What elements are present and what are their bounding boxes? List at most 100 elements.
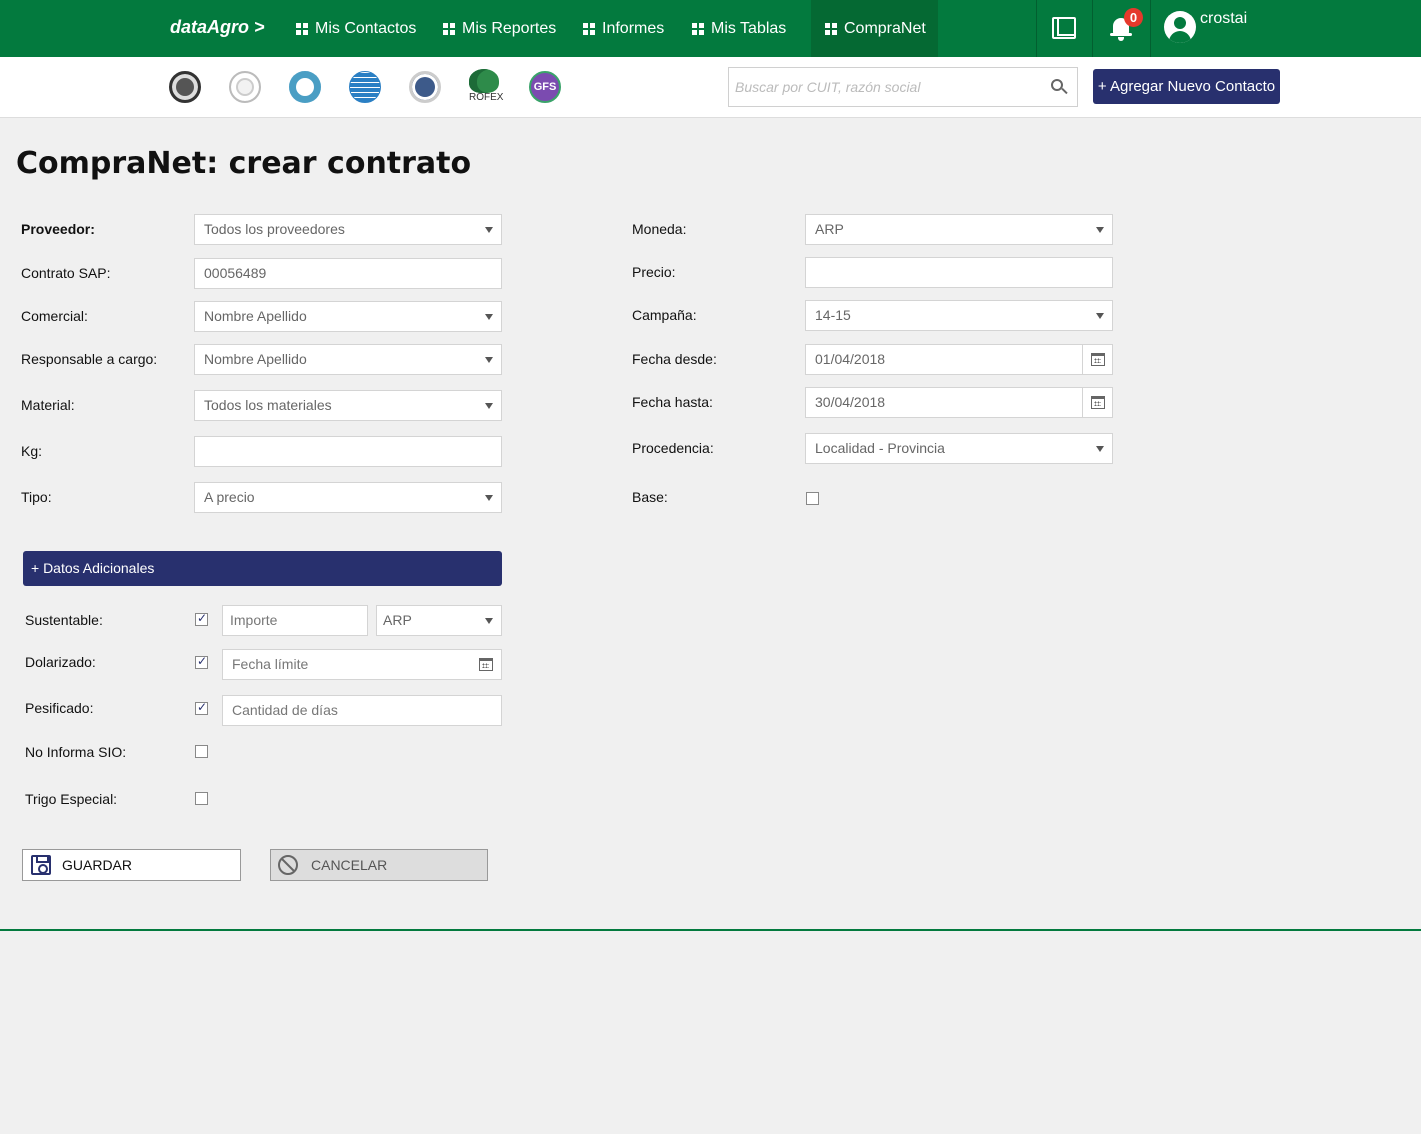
fecha-limite-placeholder: Fecha límite xyxy=(232,656,309,672)
calendar-icon xyxy=(1091,396,1105,409)
nav-mis-reportes[interactable]: Mis Reportes xyxy=(429,0,570,57)
globe-logo-icon[interactable] xyxy=(349,71,381,103)
procedencia-select[interactable]: Localidad - Provincia xyxy=(805,433,1113,464)
nav-compranet[interactable]: CompraNet xyxy=(811,0,938,57)
book-icon[interactable] xyxy=(1052,17,1076,39)
calendar-icon[interactable] xyxy=(479,658,493,671)
nav-mis-contactos[interactable]: Mis Contactos xyxy=(282,0,430,57)
contrato-sap-input[interactable]: 00056489 xyxy=(194,258,502,289)
sustentable-checkbox[interactable] xyxy=(195,611,208,626)
rofex-label: ROFEX xyxy=(469,92,504,103)
save-button[interactable]: GUARDAR xyxy=(22,849,241,881)
gfs-logo-icon[interactable]: GFS xyxy=(529,71,561,103)
notification-badge: 0 xyxy=(1124,8,1143,27)
importe-input[interactable]: Importe xyxy=(222,605,368,636)
divider xyxy=(1036,0,1037,57)
dolarizado-label: Dolarizado: xyxy=(25,654,96,670)
page-title: CompraNet: crear contrato xyxy=(16,146,472,181)
grid-icon xyxy=(296,22,308,35)
proveedor-value: Todos los proveedores xyxy=(204,221,345,237)
nav-mis-tablas[interactable]: Mis Tablas xyxy=(678,0,800,57)
no-informa-sio-label: No Informa SIO: xyxy=(25,744,127,760)
trigo-especial-checkbox[interactable] xyxy=(195,792,208,805)
tipo-label: Tipo: xyxy=(21,489,52,505)
brand-link[interactable]: dataAgro > xyxy=(170,17,265,38)
procedencia-value: Localidad - Provincia xyxy=(815,440,945,456)
datos-adicionales-toggle[interactable]: + Datos Adicionales xyxy=(23,551,502,586)
contrato-sap-value: 00056489 xyxy=(204,265,267,281)
nav-informes[interactable]: Informes xyxy=(569,0,678,57)
fecha-desde-label: Fecha desde: xyxy=(632,351,717,367)
ban-icon xyxy=(278,855,298,875)
fecha-desde-input[interactable]: 01/04/2018 xyxy=(805,344,1113,375)
cancel-button[interactable]: CANCELAR xyxy=(270,849,488,881)
fecha-hasta-input[interactable]: 30/04/2018 xyxy=(805,387,1113,418)
sustentable-currency-select[interactable]: ARP xyxy=(376,605,502,636)
cantidad-dias-placeholder: Cantidad de días xyxy=(232,702,338,718)
chevron-down-icon xyxy=(485,314,493,320)
tipo-select[interactable]: A precio xyxy=(194,482,502,513)
pesificado-label: Pesificado: xyxy=(25,700,94,716)
precio-input[interactable] xyxy=(805,257,1113,288)
chevron-down-icon xyxy=(485,495,493,501)
grid-icon xyxy=(443,22,455,35)
campana-label: Campaña: xyxy=(632,307,697,323)
floppy-disk-icon xyxy=(31,855,51,875)
calendar-button[interactable] xyxy=(1082,388,1112,417)
calendar-button[interactable] xyxy=(1082,345,1112,374)
cantidad-dias-input[interactable]: Cantidad de días xyxy=(222,695,502,726)
no-informa-sio-checkbox[interactable] xyxy=(195,745,208,758)
precio-label: Precio: xyxy=(632,264,676,280)
trigo-especial-label: Trigo Especial: xyxy=(25,791,118,807)
importe-placeholder: Importe xyxy=(230,612,278,628)
calendar-icon xyxy=(1091,353,1105,366)
secondary-toolbar: ROFEX GFS + Agregar Nuevo Contacto xyxy=(0,57,1421,118)
nav-label: Mis Reportes xyxy=(462,19,557,37)
contrato-sap-label: Contrato SAP: xyxy=(21,265,111,281)
kg-input[interactable] xyxy=(194,436,502,467)
kg-label: Kg: xyxy=(21,443,43,459)
material-value: Todos los materiales xyxy=(204,397,332,413)
dolarizado-checkbox[interactable] xyxy=(195,654,208,669)
material-select[interactable]: Todos los materiales xyxy=(194,390,502,421)
proveedor-select[interactable]: Todos los proveedores xyxy=(194,214,502,245)
moneda-label: Moneda: xyxy=(632,221,687,237)
rofex-logo-icon[interactable] xyxy=(469,69,499,93)
search-icon[interactable] xyxy=(1051,79,1068,95)
fecha-desde-value: 01/04/2018 xyxy=(815,351,886,367)
comercial-select[interactable]: Nombre Apellido xyxy=(194,301,502,332)
divider xyxy=(1092,0,1093,57)
bolsa-cereales-logo-icon[interactable] xyxy=(169,71,201,103)
nav-label: Informes xyxy=(602,19,665,37)
fecha-hasta-value: 30/04/2018 xyxy=(815,394,886,410)
top-navbar: dataAgro > Mis Contactos Mis Reportes In… xyxy=(0,0,1421,57)
notes-logo-icon[interactable] xyxy=(289,71,321,103)
fecha-limite-input[interactable]: Fecha límite xyxy=(222,649,502,680)
ministerio-logo-icon[interactable] xyxy=(229,71,261,103)
chevron-down-icon xyxy=(1096,446,1104,452)
grid-icon xyxy=(825,22,837,35)
user-avatar-icon[interactable] xyxy=(1164,11,1196,43)
chevron-down-icon xyxy=(485,357,493,363)
moneda-select[interactable]: ARP xyxy=(805,214,1113,245)
moneda-value: ARP xyxy=(815,221,844,237)
sustentable-currency-value: ARP xyxy=(383,612,412,628)
search-input[interactable] xyxy=(729,68,1039,106)
chevron-down-icon xyxy=(485,403,493,409)
matba-logo-icon[interactable] xyxy=(409,71,441,103)
cancel-label: CANCELAR xyxy=(311,857,388,873)
proveedor-label: Proveedor: xyxy=(21,221,95,237)
base-checkbox[interactable] xyxy=(806,492,819,505)
nav-label: CompraNet xyxy=(844,19,926,37)
search-box xyxy=(728,67,1078,107)
username[interactable]: crostai xyxy=(1200,10,1247,28)
base-label: Base: xyxy=(632,489,668,505)
add-contact-button[interactable]: + Agregar Nuevo Contacto xyxy=(1093,69,1280,104)
nav-label: Mis Contactos xyxy=(315,19,417,37)
responsable-select[interactable]: Nombre Apellido xyxy=(194,344,502,375)
campana-select[interactable]: 14-15 xyxy=(805,300,1113,331)
pesificado-checkbox[interactable] xyxy=(195,700,208,715)
chevron-down-icon xyxy=(485,618,493,624)
grid-icon xyxy=(583,22,595,35)
responsable-label: Responsable a cargo: xyxy=(21,351,158,367)
